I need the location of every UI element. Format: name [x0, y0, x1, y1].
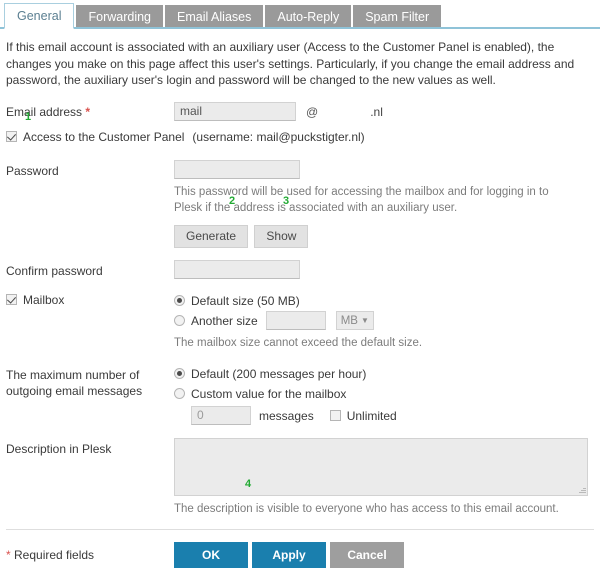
- customer-panel-access-row: Access to the Customer Panel (username: …: [0, 128, 600, 146]
- mailbox-label: Mailbox: [23, 292, 65, 307]
- tab-email-aliases-label: Email Aliases: [177, 10, 252, 24]
- mailbox-default-size-radio[interactable]: [174, 295, 185, 306]
- password-actions: Generate Show: [174, 224, 594, 248]
- confirm-password-label: Confirm password: [6, 263, 103, 278]
- email-domain-value: [324, 105, 370, 119]
- mailbox-default-size-option[interactable]: Default size (50 MB): [174, 291, 594, 311]
- password-row: Password This password will be used for …: [0, 159, 600, 248]
- outgoing-custom-label: Custom value for the mailbox: [191, 386, 347, 401]
- mailbox-another-size-label: Another size: [191, 313, 258, 328]
- email-account-form: Email address * @ .nl Access to the Cust…: [0, 101, 600, 517]
- email-local-part-input[interactable]: [174, 102, 296, 121]
- tab-spam-filter[interactable]: Spam Filter: [353, 5, 442, 29]
- annotation-marker-3: 3: [283, 195, 290, 207]
- outgoing-messages-row: The maximum number of outgoing email mes…: [0, 364, 600, 426]
- mailbox-another-size-input[interactable]: [265, 311, 326, 330]
- confirm-password-row: Confirm password: [0, 259, 600, 279]
- outgoing-unlimited-label: Unlimited: [346, 408, 397, 423]
- ok-button[interactable]: OK: [174, 541, 248, 568]
- tab-auto-reply-label: Auto-Reply: [277, 10, 340, 24]
- footer-divider: [6, 528, 594, 530]
- description-label: Description in Plesk: [6, 441, 112, 456]
- tab-general[interactable]: General: [4, 3, 75, 29]
- email-address-line: @ .nl: [174, 101, 594, 123]
- required-fields-text: Required fields: [14, 547, 95, 562]
- outgoing-custom-value-input[interactable]: [191, 406, 251, 425]
- mailbox-another-size-radio[interactable]: [174, 315, 185, 326]
- confirm-password-input[interactable]: [174, 259, 300, 279]
- mailbox-default-size-label: Default size (50 MB): [191, 293, 300, 308]
- outgoing-custom-option[interactable]: Custom value for the mailbox: [174, 384, 594, 404]
- tab-forwarding-label: Forwarding: [88, 10, 152, 24]
- email-address-label-text: Email address: [6, 104, 83, 119]
- password-field: This password will be used for accessing…: [174, 159, 594, 248]
- tab-spam-filter-label: Spam Filter: [365, 10, 430, 24]
- outgoing-messages-unit-label: messages: [259, 408, 314, 423]
- annotation-marker-2: 2: [229, 195, 236, 207]
- description-textarea-wrap: [174, 437, 588, 496]
- email-address-field: @ .nl: [174, 101, 594, 123]
- email-tld-value: .nl: [370, 104, 383, 119]
- customer-panel-username-note: (username: mail@puckstigter.nl): [192, 129, 365, 144]
- customer-panel-access-checkbox[interactable]: [6, 131, 17, 142]
- outgoing-custom-value-line: messages Unlimited: [191, 406, 594, 426]
- required-fields-note: * Required fields: [6, 548, 174, 562]
- mailbox-size-unit-value: MB: [340, 314, 358, 327]
- outgoing-custom-radio[interactable]: [174, 388, 185, 399]
- intro-text: If this email account is associated with…: [6, 40, 575, 87]
- generate-password-button[interactable]: Generate: [174, 224, 249, 248]
- mailbox-help-text: The mailbox size cannot exceed the defau…: [174, 336, 423, 349]
- customer-panel-access-label: Access to the Customer Panel: [23, 129, 185, 144]
- email-address-label: Email address *: [6, 101, 174, 120]
- outgoing-messages-label: The maximum number of outgoing email mes…: [6, 364, 174, 399]
- outgoing-default-radio[interactable]: [174, 368, 185, 379]
- annotation-marker-1: 1: [25, 111, 32, 123]
- password-input[interactable]: [174, 159, 300, 179]
- form-footer: * Required fields OK Apply Cancel: [0, 541, 600, 568]
- mailbox-row: Mailbox Default size (50 MB) Another siz…: [0, 291, 600, 351]
- mailbox-field: Default size (50 MB) Another size MB ▼ T…: [174, 291, 594, 351]
- required-fields-asterisk: *: [6, 547, 11, 562]
- outgoing-messages-label-line2: outgoing email messages: [6, 383, 143, 398]
- mailbox-size-unit-select[interactable]: MB ▼: [335, 311, 374, 330]
- mailbox-another-size-option[interactable]: Another size MB ▼: [174, 311, 594, 331]
- tab-bar-underline: [0, 27, 600, 29]
- description-textarea[interactable]: [174, 437, 588, 496]
- outgoing-default-option[interactable]: Default (200 messages per hour): [174, 364, 594, 384]
- tab-forwarding[interactable]: Forwarding: [76, 5, 164, 29]
- description-row: Description in Plesk The description is …: [0, 437, 600, 517]
- outgoing-default-label: Default (200 messages per hour): [191, 366, 367, 381]
- cancel-button[interactable]: Cancel: [330, 541, 404, 568]
- annotation-marker-4: 4: [245, 478, 252, 490]
- description-help-text: The description is visible to everyone w…: [174, 502, 559, 515]
- email-required-asterisk: *: [85, 104, 91, 119]
- show-password-button[interactable]: Show: [254, 224, 309, 248]
- tab-general-label: General: [17, 9, 62, 23]
- tab-bar: General Forwarding Email Aliases Auto-Re…: [0, 0, 600, 29]
- outgoing-messages-field: Default (200 messages per hour) Custom v…: [174, 364, 594, 426]
- password-label: Password: [6, 163, 59, 178]
- description-field: The description is visible to everyone w…: [174, 437, 594, 517]
- email-address-row: Email address * @ .nl: [0, 101, 600, 123]
- chevron-down-icon: ▼: [360, 316, 369, 325]
- tab-auto-reply[interactable]: Auto-Reply: [265, 5, 352, 29]
- at-symbol: @: [306, 104, 319, 119]
- mailbox-label-wrap: Mailbox: [6, 291, 174, 308]
- tab-email-aliases[interactable]: Email Aliases: [165, 5, 264, 29]
- confirm-password-field: [174, 259, 594, 279]
- mailbox-checkbox[interactable]: [6, 294, 17, 305]
- outgoing-messages-label-line1: The maximum number of: [6, 367, 140, 382]
- apply-button[interactable]: Apply: [252, 541, 326, 568]
- outgoing-unlimited-checkbox[interactable]: [329, 410, 341, 421]
